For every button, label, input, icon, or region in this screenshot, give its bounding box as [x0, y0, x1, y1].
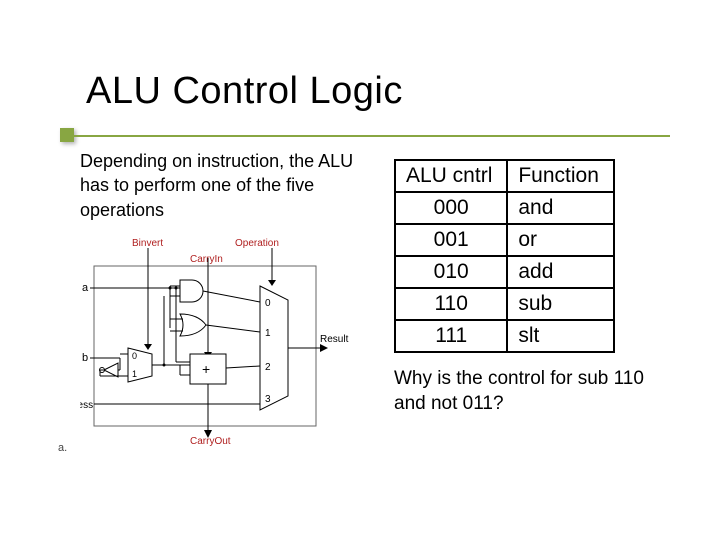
mux-small-1: 1 [132, 369, 137, 379]
label-carryout: CarryOut [190, 436, 231, 446]
diagram-svg: Binvert Operation CarryIn a b Less [80, 236, 350, 446]
col-header-fn: Function [507, 160, 614, 192]
table-row: 110sub [395, 288, 614, 320]
alu-bit-diagram: a. Binvert Operation CarryIn a b Less [80, 236, 350, 446]
mux-large-0: 0 [265, 298, 271, 309]
label-input-b: b [82, 352, 88, 364]
table-header-row: ALU cntrl Function [395, 160, 614, 192]
mux-large-3: 3 [265, 394, 271, 405]
right-column: ALU cntrl Function 000and 001or 010add 1… [390, 149, 670, 446]
figure-sublabel: a. [58, 442, 67, 454]
intro-text: Depending on instruction, the ALU has to… [80, 149, 370, 222]
label-binvert: Binvert [132, 238, 163, 249]
label-operation: Operation [235, 238, 279, 249]
question-text: Why is the control for sub 110 and not 0… [394, 367, 670, 416]
col-header-cntrl: ALU cntrl [395, 160, 507, 192]
mux-large-2: 2 [265, 362, 271, 373]
mux-large-1: 1 [265, 328, 271, 339]
mux-small-0: 0 [132, 351, 137, 361]
table-row: 000and [395, 192, 614, 224]
label-input-a: a [82, 282, 89, 294]
left-column: Depending on instruction, the ALU has to… [80, 149, 370, 446]
label-carryin: CarryIn [190, 254, 223, 265]
slide: ALU Control Logic Depending on instructi… [0, 0, 720, 540]
page-title: ALU Control Logic [86, 70, 670, 113]
content-area: Depending on instruction, the ALU has to… [80, 149, 670, 446]
table-row: 001or [395, 224, 614, 256]
title-underline [60, 135, 670, 137]
alu-table: ALU cntrl Function 000and 001or 010add 1… [394, 159, 615, 353]
label-input-less: Less [80, 400, 93, 411]
label-result: Result [320, 334, 349, 345]
adder-symbol: + [202, 361, 210, 377]
table-row: 111slt [395, 320, 614, 352]
table-row: 010add [395, 256, 614, 288]
